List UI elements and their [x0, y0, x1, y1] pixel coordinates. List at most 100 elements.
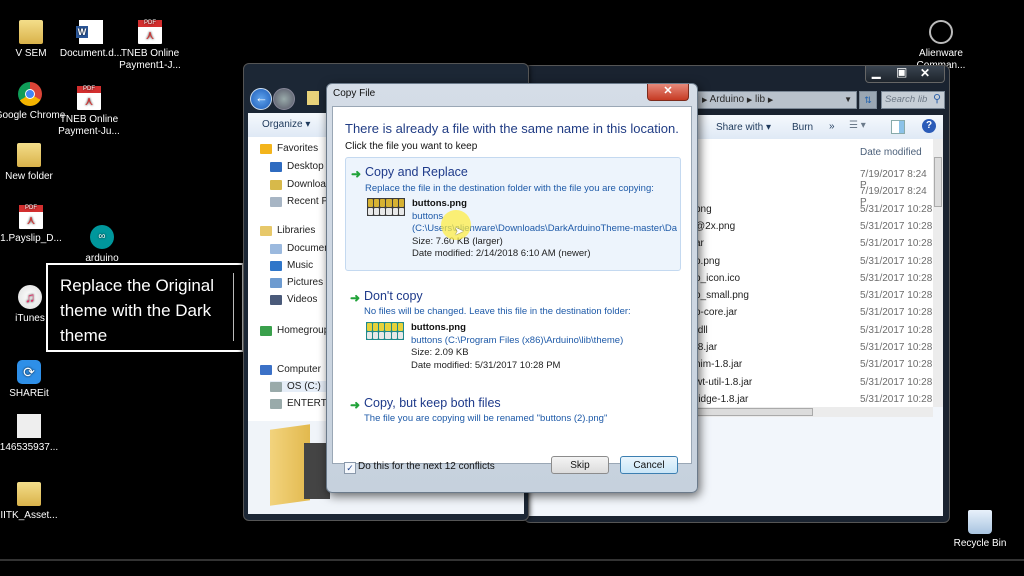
- desktop-icon-recycle-bin[interactable]: Recycle Bin: [942, 510, 1018, 550]
- nav-item[interactable]: Libraries: [260, 225, 315, 236]
- itunes-icon: ♫: [18, 285, 42, 309]
- skip-button[interactable]: Skip: [551, 456, 609, 474]
- file-row[interactable]: ar 5/31/2017 10:28: [693, 238, 933, 255]
- desktop-icon-arduino[interactable]: ∞ arduino: [64, 225, 140, 265]
- nav-item-label: Desktop: [287, 161, 324, 172]
- file-location-link[interactable]: buttons (C:\Program Files (x86)\Arduino\…: [411, 335, 623, 348]
- desktop-icon-label: Recycle Bin: [953, 538, 1007, 549]
- option-description: The file you are copying will be renamed…: [364, 413, 608, 424]
- refresh-button[interactable]: ⇅: [859, 91, 877, 109]
- file-size: Size: 2.09 KB: [411, 347, 469, 358]
- search-input[interactable]: Search lib ⚲: [881, 91, 945, 109]
- search-placeholder: Search lib: [885, 94, 928, 105]
- desktop-icon-new-folder[interactable]: New folder: [0, 143, 67, 183]
- address-bar[interactable]: ▶ Arduino ▶ lib ▶ ▼: [695, 91, 857, 109]
- file-name: .8.jar: [695, 342, 718, 353]
- pdf-icon: [19, 205, 43, 229]
- computer-icon: [260, 364, 272, 375]
- option-description: No files will be changed. Leave this fil…: [364, 306, 631, 317]
- scrollbar-thumb[interactable]: [934, 157, 942, 207]
- drive-icon: [270, 381, 282, 392]
- file-name: o-core.jar: [695, 307, 738, 319]
- desktop-icon-label: 1.Payslip_D...: [0, 233, 62, 244]
- file-row[interactable]: o_icon.ico 5/31/2017 10:28: [693, 273, 933, 290]
- option-keep-both[interactable]: ➜ Copy, but keep both files The file you…: [345, 389, 679, 425]
- file-date-modified: Date modified: 5/31/2017 10:28 PM: [411, 359, 561, 371]
- image-thumbnail-icon: [366, 322, 404, 340]
- desktop-icon-iitk-asset[interactable]: IITK_Asset...: [0, 482, 67, 522]
- preview-pane-icon[interactable]: [891, 120, 905, 134]
- organize-button[interactable]: Organize ▾: [262, 119, 310, 130]
- close-window-button[interactable]: ✕: [920, 66, 930, 80]
- column-header-date-modified[interactable]: Date modified: [860, 147, 922, 158]
- nav-item[interactable]: Desktop: [270, 161, 324, 172]
- burn-button[interactable]: Burn: [792, 122, 813, 133]
- desktop-icon-label: New folder: [5, 171, 53, 182]
- mouse-pointer-icon: ➤: [454, 224, 465, 238]
- maximize-button[interactable]: ▣: [896, 65, 907, 79]
- desktop-icon-label: TNEB Online Payment1-J...: [119, 48, 181, 71]
- conflicts-checkbox-label[interactable]: Do this for the next 12 conflicts: [358, 461, 495, 472]
- dialog-heading: There is already a file with the same na…: [345, 121, 679, 136]
- file-name: o.png: [695, 255, 721, 267]
- file-row[interactable]: 7/19/2017 8:24 P: [693, 169, 933, 191]
- folder-icon: [17, 143, 41, 167]
- back-button[interactable]: ←: [250, 88, 272, 110]
- help-icon[interactable]: ?: [922, 119, 936, 133]
- desktop-icon-image-file[interactable]: 146535937...: [0, 414, 67, 454]
- nav-item[interactable]: Pictures: [270, 277, 323, 288]
- green-arrow-icon: ➜: [350, 291, 361, 305]
- homegroup-icon: [260, 325, 272, 336]
- folder-icon: [19, 20, 43, 44]
- nav-item-label: Computer: [277, 364, 321, 375]
- file-date: 5/31/2017 10:28: [860, 307, 933, 319]
- file-row[interactable]: png 5/31/2017 10:28: [693, 204, 933, 221]
- drive-icon: [270, 398, 282, 409]
- file-row[interactable]: .8.jar 5/31/2017 10:28: [693, 342, 933, 359]
- file-row[interactable]: @2x.png 5/31/2017 10:28: [693, 221, 933, 238]
- desktop-icon-tneb-payment1[interactable]: TNEB Online Payment1-J...: [112, 20, 188, 72]
- horizontal-scrollbar[interactable]: [689, 407, 933, 417]
- file-row[interactable]: .dll 5/31/2017 10:28: [693, 325, 933, 342]
- dialog-subheading: Click the file you want to keep: [345, 141, 478, 152]
- view-options-icon[interactable]: ☰ ▾: [849, 120, 866, 131]
- nav-item[interactable]: Homegroup: [260, 325, 329, 336]
- address-dropdown-icon[interactable]: ▼: [844, 92, 852, 108]
- file-row[interactable]: nim-1.8.jar 5/31/2017 10:28: [693, 359, 933, 376]
- file-row[interactable]: o-core.jar 5/31/2017 10:28: [693, 307, 933, 324]
- file-name: o_small.png: [695, 290, 749, 302]
- documents-icon: [270, 243, 282, 254]
- dialog-close-button[interactable]: ✕: [647, 84, 689, 101]
- cancel-button[interactable]: Cancel: [620, 456, 678, 474]
- desktop-icon-shareit[interactable]: ⟳ SHAREit: [0, 360, 67, 400]
- libraries-icon: [260, 225, 272, 236]
- nav-item[interactable]: Videos: [270, 294, 317, 305]
- desktop-icon-payslip[interactable]: 1.Payslip_D...: [0, 205, 69, 245]
- share-with-button[interactable]: Share with ▾: [716, 122, 771, 133]
- file-row[interactable]: 7/19/2017 8:24 P: [693, 186, 933, 208]
- nav-item[interactable]: Computer: [260, 364, 321, 375]
- option-dont-copy[interactable]: ➜ Don't copy No files will be changed. L…: [345, 282, 679, 382]
- nav-item[interactable]: Music: [270, 260, 313, 271]
- annotation-cursor-bar: [233, 273, 234, 341]
- desktop-icon-label: 146535937...: [0, 442, 59, 453]
- option-title: Copy, but keep both files: [364, 396, 501, 410]
- file-row[interactable]: o.png 5/31/2017 10:28: [693, 256, 933, 273]
- minimize-button[interactable]: ▁: [872, 66, 880, 79]
- file-name: @2x.png: [695, 220, 736, 232]
- more-commands-button[interactable]: »: [829, 121, 835, 132]
- forward-button[interactable]: [273, 88, 295, 110]
- file-row[interactable]: o_small.png 5/31/2017 10:28: [693, 290, 933, 307]
- vertical-scrollbar[interactable]: [933, 139, 943, 407]
- conflicts-checkbox[interactable]: ✓: [344, 462, 356, 474]
- breadcrumb-item[interactable]: Arduino: [710, 94, 744, 105]
- hscrollbar-thumb[interactable]: [693, 408, 813, 416]
- desktop-icon-tneb-payment[interactable]: TNEB Online Payment-Ju...: [51, 86, 127, 138]
- desktop-icon-label: TNEB Online Payment-Ju...: [58, 114, 120, 137]
- videos-icon: [270, 294, 282, 305]
- option-copy-and-replace[interactable]: ➜ Copy and Replace Replace the file in t…: [345, 157, 681, 271]
- file-row[interactable]: wt-util-1.8.jar 5/31/2017 10:28: [693, 377, 933, 394]
- nav-item-label: Videos: [287, 294, 318, 305]
- breadcrumb-item[interactable]: lib: [755, 94, 765, 105]
- nav-item[interactable]: Favorites: [260, 143, 318, 154]
